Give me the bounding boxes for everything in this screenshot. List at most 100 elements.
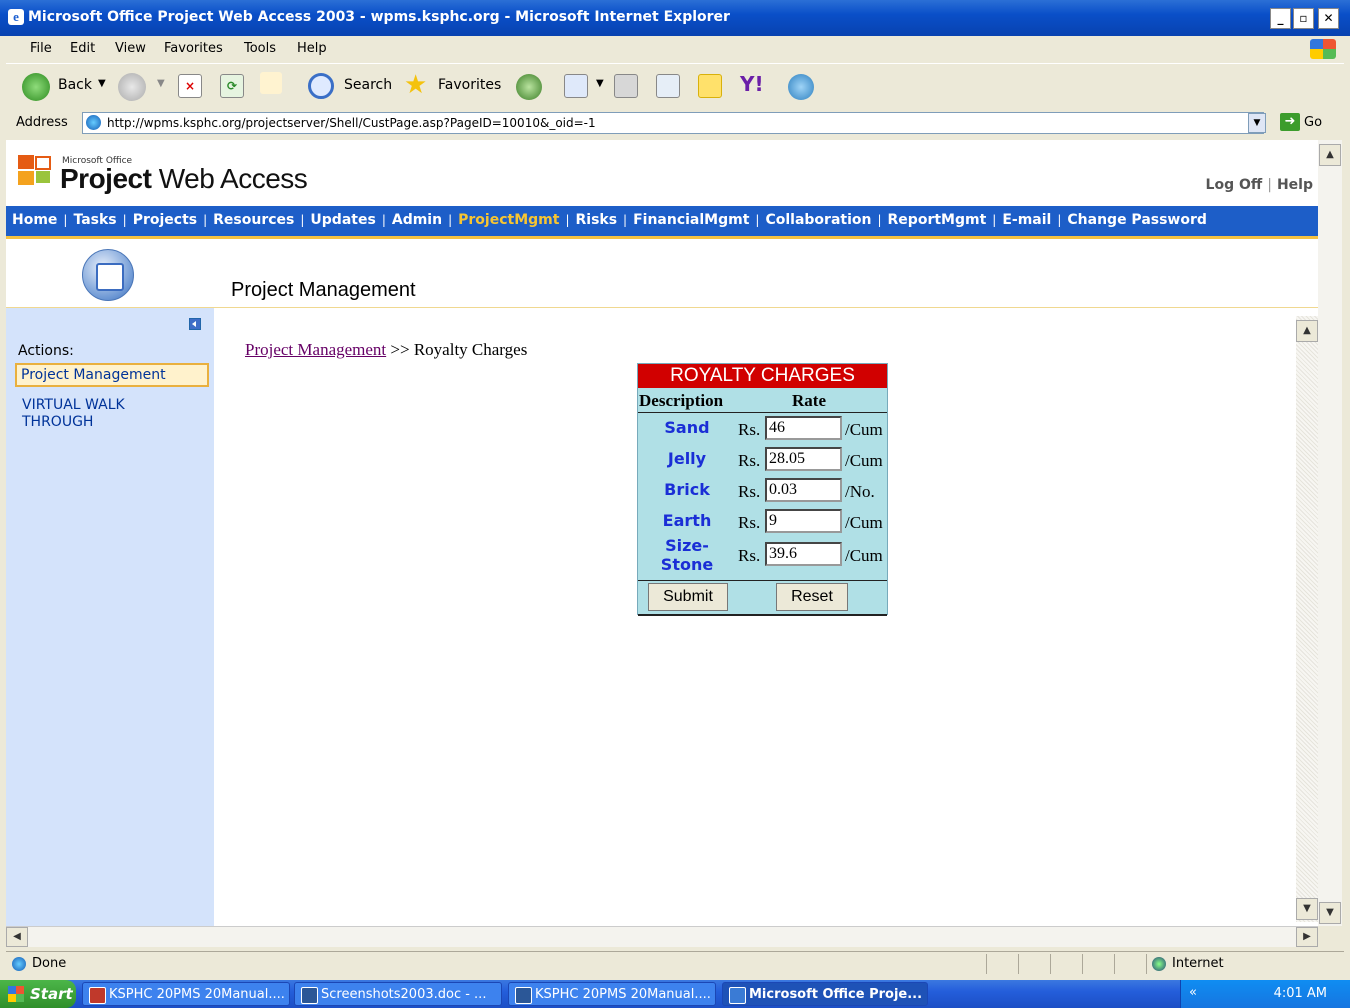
scroll-left-icon[interactable]: ◀ bbox=[6, 927, 28, 947]
mail-icon[interactable] bbox=[564, 74, 588, 98]
taskbar-task[interactable]: KSPHC 20PMS 20Manual.... bbox=[82, 982, 290, 1006]
rate-input[interactable]: 46 bbox=[765, 416, 842, 440]
page-vertical-scrollbar[interactable]: ▲ ▼ bbox=[1318, 140, 1342, 926]
section-header: Project Management bbox=[6, 239, 1318, 308]
history-icon[interactable] bbox=[516, 74, 542, 100]
window-titlebar[interactable]: e Microsoft Office Project Web Access 20… bbox=[0, 0, 1350, 36]
forward-arrow-icon[interactable] bbox=[118, 73, 146, 101]
rate-input[interactable]: 9 bbox=[765, 509, 842, 533]
reset-button[interactable]: Reset bbox=[776, 583, 848, 611]
nav-updates[interactable]: Updates bbox=[310, 212, 375, 228]
menu-edit[interactable]: Edit bbox=[70, 41, 95, 56]
go-arrow-icon[interactable]: ➜ bbox=[1280, 113, 1300, 131]
top-navigation: Home | Tasks | Projects | Resources | Updates | Ad… bbox=[6, 206, 1318, 239]
royalty-row: Jelly Rs. 28.05/Cum bbox=[638, 445, 887, 475]
search-icon[interactable] bbox=[308, 73, 334, 99]
submit-button[interactable]: Submit bbox=[648, 583, 728, 611]
print-icon[interactable] bbox=[614, 74, 638, 98]
back-button-label[interactable]: Back bbox=[58, 77, 92, 93]
task-label: Microsoft Office Proje... bbox=[749, 987, 923, 1002]
currency-label: Rs. bbox=[738, 482, 761, 501]
go-button-label[interactable]: Go bbox=[1304, 115, 1322, 130]
taskbar-task[interactable]: KSPHC 20PMS 20Manual.... bbox=[508, 982, 716, 1006]
refresh-icon[interactable]: ⟳ bbox=[220, 74, 244, 98]
forward-dropdown-icon[interactable]: ▼ bbox=[157, 78, 165, 89]
home-icon[interactable] bbox=[260, 72, 282, 94]
scroll-down-icon[interactable]: ▼ bbox=[1296, 898, 1318, 920]
messenger-icon[interactable] bbox=[788, 74, 814, 100]
favorites-button-label[interactable]: Favorites bbox=[438, 77, 501, 93]
nav-projects[interactable]: Projects bbox=[133, 212, 197, 228]
nav-risks[interactable]: Risks bbox=[575, 212, 617, 228]
unit-label: /Cum bbox=[845, 420, 883, 439]
royalty-row: Sand Rs. 46/Cum bbox=[638, 414, 887, 444]
back-dropdown-icon[interactable]: ▼ bbox=[98, 78, 106, 89]
rate-input[interactable]: 39.6 bbox=[765, 542, 842, 566]
tray-expand-icon[interactable]: « bbox=[1189, 985, 1197, 1000]
log-off-link[interactable]: Log Off bbox=[1206, 177, 1263, 193]
favorites-star-icon[interactable]: ★ bbox=[404, 70, 427, 100]
taskbar-task[interactable]: Screenshots2003.doc - ... bbox=[294, 982, 502, 1006]
page-scroll-up-icon[interactable]: ▲ bbox=[1319, 144, 1341, 166]
nav-change-password[interactable]: Change Password bbox=[1067, 212, 1207, 228]
stop-icon[interactable]: × bbox=[178, 74, 202, 98]
mail-dropdown-icon[interactable]: ▼ bbox=[596, 78, 604, 89]
royalty-row: Size-Stone Rs. 39.6/Cum bbox=[638, 536, 887, 574]
nav-reportmgmt[interactable]: ReportMgmt bbox=[888, 212, 987, 228]
start-button[interactable]: Start bbox=[0, 980, 76, 1008]
menu-help[interactable]: Help bbox=[297, 41, 327, 56]
rate-input[interactable]: 28.05 bbox=[765, 447, 842, 471]
nav-resources[interactable]: Resources bbox=[213, 212, 294, 228]
page-horizontal-scrollbar[interactable]: ◀ ▶ bbox=[6, 926, 1318, 947]
internet-zone-icon bbox=[1152, 957, 1166, 971]
collapse-sidebar-icon[interactable] bbox=[189, 318, 201, 330]
menu-favorites[interactable]: Favorites bbox=[164, 41, 223, 56]
maximize-button[interactable]: ▫ bbox=[1293, 8, 1314, 29]
nav-financialmgmt[interactable]: FinancialMgmt bbox=[633, 212, 749, 228]
help-link[interactable]: Help bbox=[1277, 177, 1313, 193]
close-button[interactable]: ✕ bbox=[1318, 8, 1339, 29]
breadcrumb-link-project-management[interactable]: Project Management bbox=[245, 340, 386, 359]
nav-separator: | bbox=[877, 213, 882, 227]
item-name: Brick bbox=[664, 480, 710, 499]
address-dropdown-icon[interactable]: ▼ bbox=[1248, 113, 1266, 133]
unit-label: /Cum bbox=[845, 546, 883, 565]
content-scrollbar[interactable]: ▲ ▼ bbox=[1296, 316, 1318, 922]
nav-admin[interactable]: Admin bbox=[392, 212, 442, 228]
page-status-icon bbox=[12, 957, 26, 971]
task-app-icon bbox=[89, 987, 106, 1004]
edit-icon[interactable] bbox=[656, 74, 680, 98]
sidebar-item-virtual-walk-through[interactable]: VIRTUAL WALK THROUGH bbox=[22, 397, 172, 431]
menu-view[interactable]: View bbox=[115, 41, 146, 56]
status-bar: Done Internet bbox=[6, 951, 1344, 976]
back-arrow-icon[interactable] bbox=[22, 73, 50, 101]
scroll-up-icon[interactable]: ▲ bbox=[1296, 320, 1318, 342]
nav-home[interactable]: Home bbox=[12, 212, 57, 228]
nav-collaboration[interactable]: Collaboration bbox=[765, 212, 871, 228]
nav-e-mail[interactable]: E-mail bbox=[1002, 212, 1051, 228]
nav-separator: | bbox=[992, 213, 997, 227]
yahoo-icon[interactable]: Y! bbox=[740, 72, 764, 96]
unit-label: /No. bbox=[845, 482, 875, 501]
search-button-label[interactable]: Search bbox=[344, 77, 392, 93]
sidebar-item-project-management[interactable]: Project Management bbox=[15, 363, 209, 387]
royalty-button-row: Submit Reset bbox=[638, 580, 887, 616]
nav-projectmgmt[interactable]: ProjectMgmt bbox=[458, 212, 559, 228]
unit-label: /Cum bbox=[845, 451, 883, 470]
address-url[interactable]: http://wpms.ksphc.org/projectserver/Shel… bbox=[107, 116, 596, 130]
column-description: Description bbox=[639, 391, 724, 410]
menu-file[interactable]: File bbox=[30, 41, 52, 56]
royalty-row: Brick Rs. 0.03/No. bbox=[638, 476, 887, 506]
nav-tasks[interactable]: Tasks bbox=[73, 212, 116, 228]
scroll-right-icon[interactable]: ▶ bbox=[1296, 927, 1318, 947]
page-scroll-down-icon[interactable]: ▼ bbox=[1319, 902, 1341, 924]
page-title: Project Management bbox=[231, 279, 416, 301]
minimize-button[interactable]: _ bbox=[1270, 8, 1291, 29]
rate-input[interactable]: 0.03 bbox=[765, 478, 842, 502]
security-zone: Internet bbox=[1172, 956, 1224, 971]
menu-tools[interactable]: Tools bbox=[244, 41, 276, 56]
taskbar-task[interactable]: Microsoft Office Proje... bbox=[722, 982, 928, 1006]
nav-separator: | bbox=[381, 213, 386, 227]
address-input[interactable]: http://wpms.ksphc.org/projectserver/Shel… bbox=[82, 112, 1264, 134]
notes-icon[interactable] bbox=[698, 74, 722, 98]
